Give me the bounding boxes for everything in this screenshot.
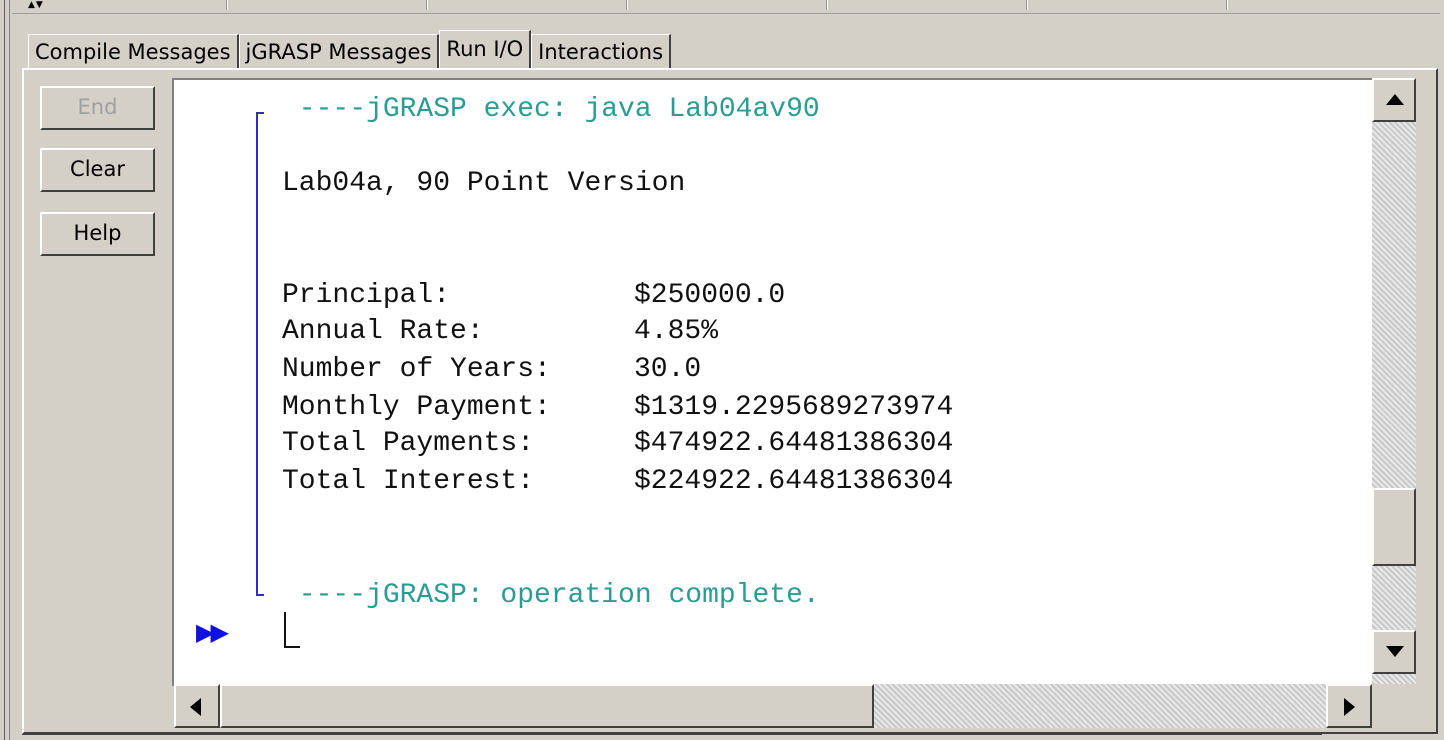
- tab-jgrasp-messages[interactable]: jGRASP Messages: [238, 34, 440, 68]
- divider-tick: [1226, 0, 1228, 10]
- input-prompt-icon: ▶▶: [196, 618, 229, 646]
- divider-tick: [626, 0, 628, 10]
- arrow-down-icon: [1386, 646, 1404, 657]
- run-output-bracket: [256, 112, 264, 596]
- tab-interactions[interactable]: Interactions: [531, 34, 672, 68]
- output-label: Monthly Payment:: [282, 392, 551, 423]
- bottom-edge: [22, 734, 1322, 740]
- output-value: 30.0: [634, 354, 702, 385]
- output-label: Number of Years:: [282, 354, 551, 385]
- horizontal-scroll-thumb[interactable]: [220, 684, 874, 728]
- tab-compile-messages[interactable]: Compile Messages: [28, 34, 239, 68]
- tab-run-io[interactable]: Run I/O: [439, 30, 532, 68]
- output-value: $250000.0: [634, 280, 786, 311]
- operation-complete-line: ----jGRASP: operation complete.: [282, 580, 820, 611]
- clear-button[interactable]: Clear: [40, 148, 155, 192]
- program-title-line: Lab04a, 90 Point Version: [282, 168, 686, 199]
- output-label: Annual Rate:: [282, 316, 484, 347]
- vertical-scrollbar[interactable]: [1372, 78, 1416, 686]
- exec-line: ----jGRASP exec: java Lab04av90: [282, 94, 820, 125]
- window-left-edge: [0, 0, 10, 740]
- divider-tick: [826, 0, 828, 10]
- divider-tick: [226, 0, 228, 10]
- vertical-scroll-thumb[interactable]: [1372, 488, 1416, 566]
- scroll-down-button[interactable]: [1372, 630, 1416, 674]
- output-value: $1319.2295689273974: [634, 392, 954, 423]
- end-button[interactable]: End: [40, 86, 155, 130]
- scroll-left-button[interactable]: [174, 684, 220, 728]
- help-button[interactable]: Help: [40, 212, 155, 256]
- arrow-up-icon: [1386, 94, 1404, 105]
- scroll-up-button[interactable]: [1372, 78, 1416, 122]
- output-value: $474922.64481386304: [634, 428, 954, 459]
- arrow-left-icon: [190, 698, 201, 716]
- message-tabs: Compile Messages jGRASP Messages Run I/O…: [28, 30, 672, 68]
- output-label: Total Payments:: [282, 428, 535, 459]
- scrollbar-corner: [1372, 684, 1416, 728]
- output-value: 4.85%: [634, 316, 719, 347]
- output-label: Total Interest:: [282, 466, 535, 497]
- arrow-right-icon: [1344, 698, 1355, 716]
- scroll-right-button[interactable]: [1326, 684, 1372, 728]
- output-label: Principal:: [282, 280, 451, 311]
- split-arrows-icon[interactable]: ▲▼: [28, 0, 44, 10]
- input-cursor[interactable]: [284, 612, 300, 648]
- output-value: $224922.64481386304: [634, 466, 954, 497]
- divider-tick: [426, 0, 428, 10]
- divider-tick: [1026, 0, 1028, 10]
